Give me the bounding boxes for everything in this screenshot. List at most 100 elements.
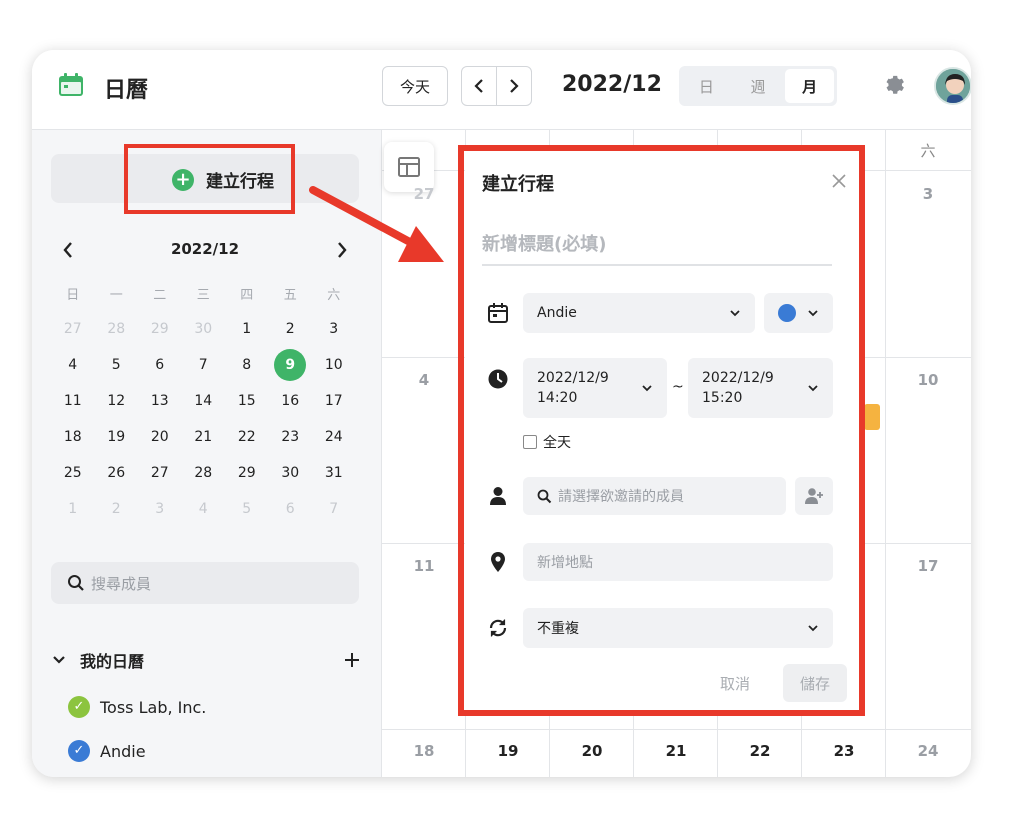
mini-week-row: 25 26 27 28 29 30 31	[51, 455, 356, 491]
mini-day[interactable]: 17	[312, 393, 356, 409]
day-number[interactable]: 20	[572, 742, 612, 760]
mini-day[interactable]: 2	[269, 321, 313, 337]
mini-day[interactable]: 22	[225, 429, 269, 445]
mini-week-row: 4 5 6 7 8 9 10	[51, 347, 356, 383]
mini-day[interactable]: 20	[138, 429, 182, 445]
mini-day[interactable]: 1	[225, 321, 269, 337]
mini-day[interactable]: 18	[51, 429, 95, 445]
calendar-item-tosslab[interactable]: ✓ Toss Lab, Inc.	[68, 696, 206, 718]
mini-day[interactable]: 6	[138, 357, 182, 373]
weekday-label: 六	[327, 287, 341, 303]
gear-icon[interactable]	[883, 73, 907, 97]
my-calendars-header[interactable]: 我的日曆	[52, 648, 360, 672]
next-month-button[interactable]	[496, 67, 531, 105]
mini-calendar-header: 2022/12	[62, 238, 348, 262]
day-number[interactable]: 19	[488, 742, 528, 760]
weekday-label-sat: 六	[920, 142, 936, 160]
mini-day[interactable]: 24	[312, 429, 356, 445]
view-day-tab[interactable]: 日	[682, 69, 731, 103]
mini-day[interactable]: 14	[182, 393, 226, 409]
add-calendar-icon[interactable]	[344, 652, 360, 668]
calendar-item-label: Toss Lab, Inc.	[100, 697, 207, 717]
mini-day[interactable]: 8	[225, 357, 269, 373]
mini-day[interactable]: 5	[225, 501, 269, 517]
mini-weeks: 27 28 29 30 1 2 3 4 5 6 7 8 9 10 11 12 13 14 15 16 17 18 19 20 2…	[51, 311, 356, 527]
mini-day[interactable]: 7	[312, 501, 356, 517]
search-icon	[68, 575, 84, 591]
mini-day[interactable]: 28	[182, 465, 226, 481]
weekday-label: 二	[153, 287, 167, 303]
day-number[interactable]: 11	[404, 557, 444, 575]
mini-calendar-grid: 日 一 二 三 四 五 六 27 28 29 30 1 2 3 4 5 6 7 8 9 10 11 12 13 1…	[51, 275, 356, 527]
mini-day-selected[interactable]: 9	[269, 349, 313, 381]
weekday-label: 四	[240, 287, 254, 303]
mini-day[interactable]: 1	[51, 501, 95, 517]
weekday-label: 一	[109, 287, 123, 303]
mini-day[interactable]: 6	[269, 501, 313, 517]
view-week-tab[interactable]: 週	[734, 69, 783, 103]
mini-day[interactable]: 30	[182, 321, 226, 337]
sidebar: + 建立行程 2022/12 日 一 二 三 四 五 六 27 28 29 30 1 2 3…	[32, 130, 382, 777]
calendar-item-andie[interactable]: ✓ Andie	[68, 740, 146, 762]
top-bar: 日曆 今天 2022/12 日 週 月	[32, 50, 971, 130]
mini-day[interactable]: 31	[312, 465, 356, 481]
highlight-box-create-button	[124, 144, 295, 214]
mini-next-month-icon[interactable]	[336, 241, 348, 259]
day-number[interactable]: 4	[404, 371, 444, 389]
mini-day[interactable]: 16	[269, 393, 313, 409]
mini-day[interactable]: 26	[95, 465, 139, 481]
mini-day[interactable]: 29	[225, 465, 269, 481]
day-number[interactable]: 18	[404, 742, 444, 760]
mini-day[interactable]: 25	[51, 465, 95, 481]
calendar-app-icon	[59, 73, 83, 96]
day-number[interactable]: 23	[824, 742, 864, 760]
prev-month-button[interactable]	[462, 67, 496, 105]
mini-day[interactable]: 3	[138, 501, 182, 517]
check-circle-icon: ✓	[68, 696, 90, 718]
weekday-label: 日	[66, 287, 80, 303]
weekday-label: 五	[283, 287, 297, 303]
chevron-left-icon	[474, 79, 483, 93]
mini-calendar-title: 2022/12	[170, 240, 240, 258]
grid-line	[382, 729, 971, 730]
mini-day[interactable]: 21	[182, 429, 226, 445]
current-month-label: 2022/12	[562, 72, 662, 97]
month-nav	[461, 66, 532, 106]
mini-day[interactable]: 7	[182, 357, 226, 373]
mini-week-row: 18 19 20 21 22 23 24	[51, 419, 356, 455]
mini-day[interactable]: 30	[269, 465, 313, 481]
day-number[interactable]: 17	[908, 557, 948, 575]
mini-day[interactable]: 5	[95, 357, 139, 373]
day-number[interactable]: 22	[740, 742, 780, 760]
mini-day[interactable]: 11	[51, 393, 95, 409]
mini-week-row: 11 12 13 14 15 16 17	[51, 383, 356, 419]
mini-day[interactable]: 12	[95, 393, 139, 409]
day-number[interactable]: 21	[656, 742, 696, 760]
day-number[interactable]: 24	[908, 742, 948, 760]
mini-day[interactable]: 4	[182, 501, 226, 517]
chevron-down-icon	[53, 656, 65, 664]
today-button[interactable]: 今天	[382, 66, 448, 106]
mini-day[interactable]: 19	[95, 429, 139, 445]
mini-day[interactable]: 15	[225, 393, 269, 409]
member-search-input[interactable]: 搜尋成員	[51, 562, 359, 604]
day-number[interactable]: 3	[908, 185, 948, 203]
day-number[interactable]: 27	[404, 185, 444, 203]
mini-day[interactable]: 29	[138, 321, 182, 337]
mini-day[interactable]: 27	[138, 465, 182, 481]
mini-day[interactable]: 4	[51, 357, 95, 373]
chevron-right-icon	[510, 79, 519, 93]
grid-line	[885, 130, 886, 777]
view-month-tab[interactable]: 月	[785, 69, 835, 103]
mini-day[interactable]: 27	[51, 321, 95, 337]
mini-day[interactable]: 28	[95, 321, 139, 337]
check-circle-icon: ✓	[68, 740, 90, 762]
mini-day[interactable]: 2	[95, 501, 139, 517]
mini-day[interactable]: 3	[312, 321, 356, 337]
mini-day[interactable]: 10	[312, 357, 356, 373]
day-number[interactable]: 10	[908, 371, 948, 389]
mini-day[interactable]: 13	[138, 393, 182, 409]
event-chip[interactable]	[864, 404, 880, 430]
mini-day[interactable]: 23	[269, 429, 313, 445]
user-avatar[interactable]	[934, 67, 971, 105]
